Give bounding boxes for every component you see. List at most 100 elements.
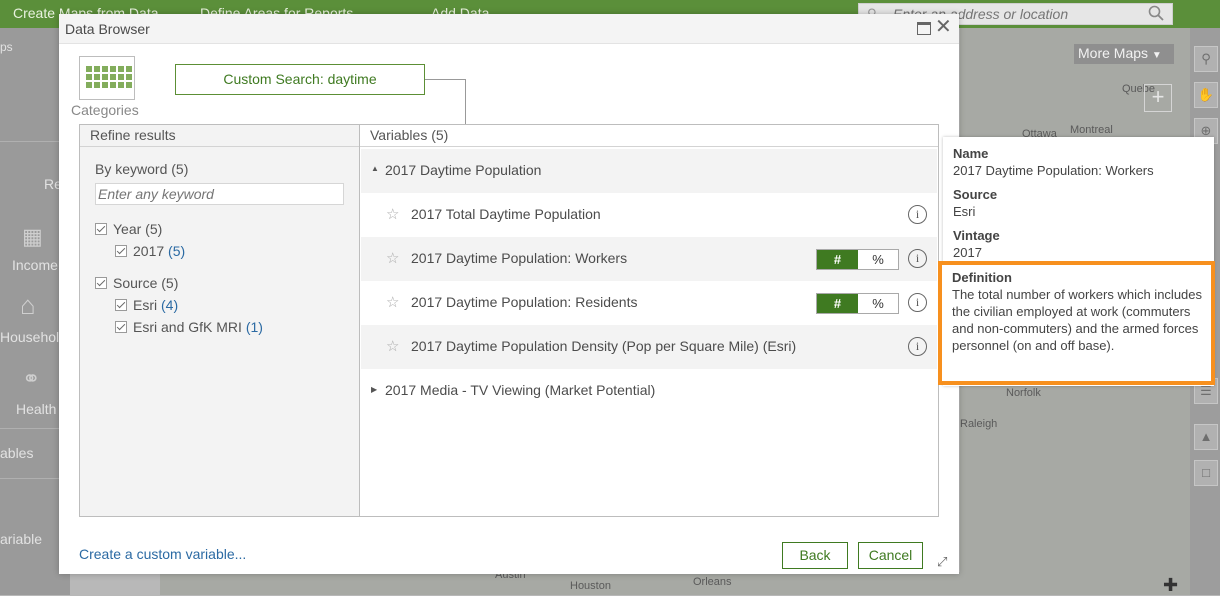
refine-results-header: Refine results [80, 125, 359, 147]
breadcrumb-connector [465, 79, 466, 124]
side-item-income[interactable]: Income [12, 257, 58, 273]
percent-toggle-button[interactable]: % [858, 294, 898, 313]
close-icon[interactable]: ✕ [935, 17, 952, 37]
map-label: Raleigh [960, 418, 998, 430]
stethoscope-icon: ⚭ [22, 366, 41, 391]
zoom-in-button[interactable]: + [1144, 84, 1172, 112]
back-button[interactable]: Back [782, 542, 848, 569]
percent-toggle-button[interactable]: % [858, 250, 898, 269]
dialog-title: Data Browser [65, 21, 150, 37]
star-icon[interactable]: ☆ [386, 293, 399, 311]
data-browser-dialog: Data Browser ✕ Categories Custom Search:… [59, 14, 959, 574]
side-variables-label[interactable]: ables [0, 445, 33, 461]
create-custom-variable-link[interactable]: Create a custom variable... [79, 546, 246, 562]
variable-row[interactable]: ☆ 2017 Total Daytime Population i [361, 193, 937, 237]
caret-right-icon: ▶ [371, 385, 378, 394]
dialog-header: Data Browser ✕ [59, 14, 959, 44]
tooltip-vintage-label: Vintage [953, 228, 1000, 243]
car-tool-icon[interactable]: ▲ [1194, 424, 1218, 450]
cancel-button[interactable]: Cancel [858, 542, 923, 569]
wallet-icon: ▦ [22, 224, 43, 249]
variable-label: 2017 Daytime Population Density (Pop per… [411, 338, 797, 354]
tooltip-vintage-value: 2017 [953, 245, 982, 260]
tooltip-definition-text: The total number of workers which includ… [952, 287, 1203, 353]
map-label: Norfolk [1006, 387, 1041, 399]
count-percent-toggle[interactable]: # % [816, 249, 899, 270]
breadcrumb-connector [425, 79, 466, 80]
definition-highlight-box: Definition The total number of workers w… [938, 261, 1215, 385]
breadcrumb-custom-search[interactable]: Custom Search: daytime [175, 64, 425, 95]
house-icon: ⌂ [20, 290, 36, 320]
source-esri-gfk-checkbox[interactable] [115, 321, 127, 333]
variable-group-daytime[interactable]: ▲ 2017 Daytime Population [361, 149, 937, 193]
facet-year-2017[interactable]: 2017 (5) [115, 243, 185, 259]
categories-button[interactable] [79, 56, 135, 100]
facet-count[interactable]: (4) [161, 297, 178, 313]
variable-group-label: 2017 Media - TV Viewing (Market Potentia… [385, 382, 656, 398]
search-icon[interactable] [1148, 5, 1164, 24]
facet-source[interactable]: Source (5) [95, 275, 178, 291]
facet-year[interactable]: Year (5) [95, 221, 162, 237]
variable-row[interactable]: ☆ 2017 Daytime Population Density (Pop p… [361, 325, 937, 369]
more-maps-label: More Maps [1078, 45, 1149, 61]
star-icon[interactable]: ☆ [386, 337, 399, 355]
side-variable-label[interactable]: ariable [0, 531, 42, 547]
refine-results-panel: Refine results By keyword (5) Year (5) 2… [79, 124, 360, 517]
side-item-health[interactable]: Health [16, 401, 56, 417]
info-icon[interactable]: i [908, 249, 927, 268]
variable-row[interactable]: ☆ 2017 Daytime Population: Residents # %… [361, 281, 937, 325]
info-icon[interactable]: i [908, 337, 927, 356]
star-icon[interactable]: ☆ [386, 205, 399, 223]
year-2017-checkbox[interactable] [115, 245, 127, 257]
source-checkbox[interactable] [95, 277, 107, 289]
note-tool-icon[interactable]: □ [1194, 460, 1218, 486]
facet-count[interactable]: (5) [168, 243, 185, 259]
year-checkbox[interactable] [95, 223, 107, 235]
hand-tool-icon[interactable]: ✋ [1194, 82, 1218, 108]
tooltip-name-value: 2017 Daytime Population: Workers [953, 163, 1154, 178]
map-label: Houston [570, 580, 611, 592]
side-panel-label: ps [0, 40, 13, 54]
count-percent-toggle[interactable]: # % [816, 293, 899, 314]
chevron-down-icon: ▼ [1151, 50, 1162, 61]
source-esri-checkbox[interactable] [115, 299, 127, 311]
facet-option-label: 2017 [133, 243, 165, 259]
pin-tool-icon[interactable]: ⚲ [1194, 46, 1218, 72]
categories-grid-icon [86, 66, 132, 88]
variables-header: Variables (5) [360, 125, 938, 147]
resize-icon[interactable]: ⤢ [937, 554, 947, 570]
count-toggle-button[interactable]: # [817, 294, 858, 313]
tooltip-name-label: Name [953, 146, 989, 161]
variables-panel: Variables (5) ▲ 2017 Daytime Population … [359, 124, 939, 517]
caret-up-icon: ▲ [371, 164, 379, 173]
tooltip-definition-label: Definition [952, 270, 1012, 285]
categories-label[interactable]: Categories [71, 102, 139, 118]
info-icon[interactable]: i [908, 293, 927, 312]
tooltip-source-value: Esri [953, 204, 976, 219]
more-maps-button[interactable]: More Maps ▼ [1074, 44, 1174, 64]
count-toggle-button[interactable]: # [817, 250, 858, 269]
facet-year-label: Year (5) [113, 221, 163, 237]
variable-label: 2017 Daytime Population: Residents [411, 294, 638, 310]
variable-row[interactable]: ☆ 2017 Daytime Population: Workers # % i [361, 237, 937, 281]
cursor-crosshair-icon: ✚ [1163, 575, 1179, 595]
tooltip-source-label: Source [953, 187, 998, 202]
map-label: Orleans [693, 576, 732, 588]
map-view-bottom: Austin Houston Orleans [160, 569, 960, 595]
maximize-icon[interactable] [917, 22, 931, 35]
variable-group-media[interactable]: ▶ 2017 Media - TV Viewing (Market Potent… [361, 369, 937, 413]
star-icon[interactable]: ☆ [386, 249, 399, 267]
keyword-label: By keyword (5) [95, 161, 189, 177]
facet-count[interactable]: (1) [246, 319, 263, 335]
facet-source-esri[interactable]: Esri (4) [115, 297, 178, 313]
variable-details-tooltip: Name 2017 Daytime Population: Workers So… [938, 137, 1215, 386]
variable-label: 2017 Total Daytime Population [411, 206, 601, 222]
side-item-households[interactable]: Househol [0, 329, 59, 345]
map-label: Montreal [1070, 124, 1113, 136]
facet-option-label: Esri and GfK MRI [133, 319, 242, 335]
info-icon[interactable]: i [908, 205, 927, 224]
variable-label: 2017 Daytime Population: Workers [411, 250, 628, 266]
keyword-input[interactable] [95, 183, 344, 205]
facet-source-label: Source (5) [113, 275, 179, 291]
facet-source-esri-gfk[interactable]: Esri and GfK MRI (1) [115, 319, 263, 335]
